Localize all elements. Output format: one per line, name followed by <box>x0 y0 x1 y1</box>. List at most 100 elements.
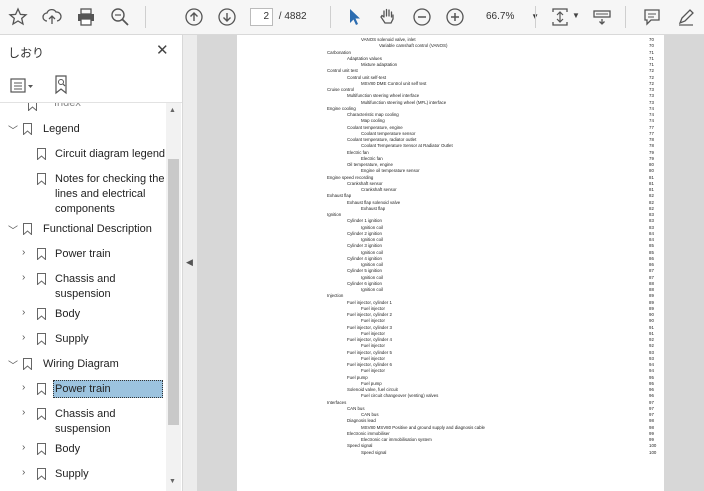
toc-entry[interactable]: Exhaust flap <box>327 193 351 198</box>
bookmark-chassis-line2[interactable]: suspension <box>55 287 111 302</box>
bookmark-notes-line1[interactable]: Notes for checking the <box>55 172 164 187</box>
options-list-icon[interactable] <box>10 78 34 99</box>
toc-entry[interactable]: Cylinder 3 ignition <box>347 243 382 248</box>
toc-entry[interactable]: Exhaust flap <box>361 206 385 211</box>
pen-icon[interactable] <box>674 5 698 29</box>
bookmark-power-train[interactable]: Power train <box>55 247 111 262</box>
toc-entry[interactable]: Fuel injector <box>361 343 385 348</box>
toc-entry[interactable]: Crankshaft sensor <box>347 181 383 186</box>
toc-entry[interactable]: Coolant temperature, radiator outlet <box>347 137 416 142</box>
toc-entry[interactable]: Solenoid valve, fuel circuit <box>347 387 398 392</box>
toc-entry[interactable]: Injection <box>327 293 343 298</box>
toc-entry[interactable]: Fuel injector, cylinder 2 <box>347 312 392 317</box>
toc-entry[interactable]: Carbonation <box>327 50 351 55</box>
zoom-dropdown[interactable]: 66.7% ▼ <box>486 11 539 22</box>
bookmark-body2[interactable]: Body <box>55 442 80 457</box>
toc-entry[interactable]: Map cooling <box>361 118 385 123</box>
toc-entry[interactable]: Engine speed recording <box>327 175 373 180</box>
toc-entry[interactable]: Mixture adaptation <box>361 62 397 67</box>
toc-entry[interactable]: Cylinder 4 ignition <box>347 256 382 261</box>
toc-entry[interactable]: Fuel injector, cylinder 4 <box>347 337 392 342</box>
toc-entry[interactable]: Ignition coil <box>361 287 383 292</box>
toc-entry[interactable]: Cruise control <box>327 87 354 92</box>
page-down-icon[interactable] <box>215 5 239 29</box>
keyboard-icon[interactable] <box>590 5 614 29</box>
toc-entry[interactable]: Fuel injector <box>361 356 385 361</box>
toc-entry[interactable]: Cylinder 2 ignition <box>347 231 382 236</box>
toc-entry[interactable]: Coolant temperature sensor <box>361 131 415 136</box>
chevron-down-icon[interactable]: ▼ <box>572 11 580 20</box>
toc-entry[interactable]: MSV80 MSV80 Positive and ground supply a… <box>361 425 485 430</box>
bookmark-legend[interactable]: Legend <box>43 122 80 137</box>
toc-entry[interactable]: Cylinder 6 ignition <box>347 281 382 286</box>
chevron-right-icon[interactable]: › <box>22 307 25 318</box>
toc-entry[interactable]: Speed signal <box>361 450 386 455</box>
toc-entry[interactable]: Crankshaft sensor <box>361 187 397 192</box>
toc-entry[interactable]: Multifunction steering wheel interface <box>347 93 419 98</box>
chevron-right-icon[interactable]: › <box>22 382 25 393</box>
bookmark-functional-description[interactable]: Functional Description <box>43 222 152 237</box>
toc-entry[interactable]: Adaptation values <box>347 56 382 61</box>
document-viewport[interactable]: VANOS solenoid valve, inlet 70 Variable ca… <box>197 35 704 491</box>
toc-entry[interactable]: Engine oil temperature sensor <box>361 168 420 173</box>
bookmark-power-train-selected[interactable]: Power train <box>53 380 163 398</box>
toc-entry[interactable]: Ignition <box>327 212 341 217</box>
toc-entry[interactable]: Coolant Temperature Sensor at Radiator O… <box>361 143 453 148</box>
toc-entry[interactable]: Electronic immobiliser <box>347 431 390 436</box>
toc-entry[interactable]: Ignition coil <box>361 262 383 267</box>
scrollbar-thumb[interactable] <box>168 159 179 425</box>
toc-entry[interactable]: Fuel circuit changeover (venting) valves <box>361 393 438 398</box>
toc-entry[interactable]: Electric fan <box>361 156 383 161</box>
chevron-right-icon[interactable]: › <box>22 247 25 258</box>
page-up-icon[interactable] <box>182 5 206 29</box>
toc-entry[interactable]: Ignition coil <box>361 237 383 242</box>
toc-entry[interactable]: Fuel injector, cylinder 5 <box>347 350 392 355</box>
toc-entry[interactable]: Exhaust flap solenoid valve <box>347 200 400 205</box>
chevron-right-icon[interactable]: › <box>22 467 25 478</box>
toc-entry[interactable]: Fuel injector, cylinder 3 <box>347 325 392 330</box>
toc-entry[interactable]: Speed signal <box>347 443 372 448</box>
toc-entry[interactable]: CAN bus <box>347 406 365 411</box>
scroll-up-icon[interactable]: ▲ <box>169 107 176 114</box>
zoom-out-icon[interactable] <box>410 5 434 29</box>
hand-icon[interactable] <box>376 5 400 29</box>
bookmark-supply2[interactable]: Supply <box>55 467 89 482</box>
toc-entry[interactable]: Engine cooling <box>327 106 356 111</box>
bookmark-chassis2-line1[interactable]: Chassis and <box>55 407 116 422</box>
current-page-input[interactable]: 2 <box>250 8 273 26</box>
bookmark-notes-line3[interactable]: components <box>55 202 115 217</box>
toc-entry[interactable]: Ignition coil <box>361 225 383 230</box>
cloud-upload-icon[interactable] <box>40 5 64 29</box>
zoom-search-icon[interactable] <box>108 5 132 29</box>
panel-collapse-strip[interactable]: ◀ <box>183 35 197 491</box>
bookmark-body[interactable]: Body <box>55 307 80 322</box>
chevron-down-icon[interactable]: ﹀ <box>8 357 18 372</box>
chevron-right-icon[interactable]: › <box>22 407 25 418</box>
toc-entry[interactable]: Fuel injector, cylinder 6 <box>347 362 392 367</box>
bookmark-supply[interactable]: Supply <box>55 332 89 347</box>
toc-entry[interactable]: Oil temperature, engine <box>347 162 393 167</box>
toc-entry[interactable]: Coolant temperature, engine <box>347 125 403 130</box>
bookmark-circuit-diagram-legend[interactable]: Circuit diagram legend <box>55 147 165 162</box>
close-icon[interactable]: ✕ <box>156 41 169 59</box>
bookmark-wiring-diagram[interactable]: Wiring Diagram <box>43 357 119 372</box>
chevron-down-icon[interactable]: ﹀ <box>8 122 18 137</box>
fit-page-icon[interactable] <box>548 5 572 29</box>
chevron-down-icon[interactable]: ﹀ <box>8 222 18 237</box>
bookmark-chassis2-line2[interactable]: suspension <box>55 422 111 437</box>
zoom-in-icon[interactable] <box>443 5 467 29</box>
toc-entry[interactable]: Ignition coil <box>361 250 383 255</box>
star-icon[interactable] <box>6 5 30 29</box>
bookmark-notes-line2[interactable]: lines and electrical <box>55 187 146 202</box>
toc-entry[interactable]: Fuel injector, cylinder 1 <box>347 300 392 305</box>
toc-entry[interactable]: Fuel injector <box>361 331 385 336</box>
toc-entry[interactable]: VANOS solenoid valve, inlet <box>361 37 416 42</box>
chevron-right-icon[interactable]: › <box>22 332 25 343</box>
toc-entry[interactable]: Fuel injector <box>361 306 385 311</box>
toc-entry[interactable]: Interfaces <box>327 400 346 405</box>
toc-entry[interactable]: Electric fan <box>347 150 369 155</box>
scroll-down-icon[interactable]: ▼ <box>169 478 176 485</box>
print-icon[interactable] <box>74 5 98 29</box>
toc-entry[interactable]: Cylinder 5 ignition <box>347 268 382 273</box>
toc-entry[interactable]: CAN bus <box>361 412 379 417</box>
